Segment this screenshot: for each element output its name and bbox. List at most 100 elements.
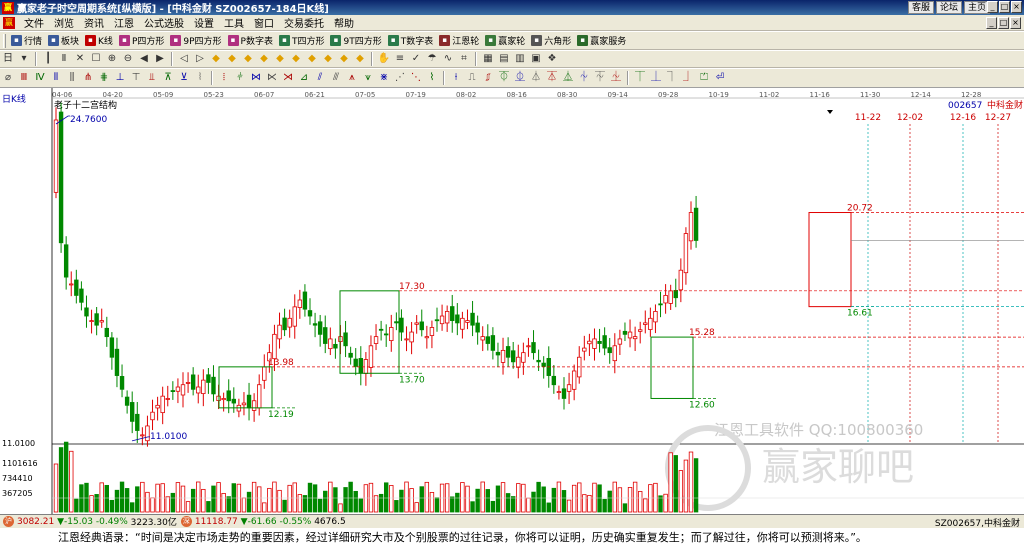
drawing-tool-icon[interactable]: ⊼ (161, 71, 175, 85)
candle-body[interactable] (333, 343, 338, 349)
candle-body[interactable] (582, 347, 587, 352)
menu-tools[interactable]: 工具 (219, 15, 249, 30)
candle-body[interactable] (241, 402, 247, 406)
drawing-tool-icon[interactable]: ⏃ (529, 71, 543, 85)
toolbar-button-winner-wheel[interactable]: ▪ 赢家轮 (483, 34, 529, 47)
drawing-tool-icon[interactable]: ⏍ (697, 71, 711, 85)
candle-body[interactable] (571, 370, 577, 390)
wave-icon[interactable]: ∿ (441, 52, 455, 66)
mdi-minimize-button[interactable]: _ (986, 17, 997, 29)
candle-body[interactable] (693, 207, 699, 241)
menu-news[interactable]: 资讯 (79, 15, 109, 30)
drawing-tool-icon[interactable]: ⏄ (545, 71, 559, 85)
candle-body[interactable] (99, 320, 104, 323)
toolbar-button-9p-square[interactable]: ▪ 9P四方形 (168, 34, 225, 47)
scroll-left-icon[interactable]: ◀ (137, 52, 151, 66)
candle-body[interactable] (353, 358, 358, 367)
candle-body[interactable] (307, 310, 313, 317)
dropdown-icon[interactable]: ▾ (17, 52, 31, 66)
candle-body[interactable] (399, 317, 404, 333)
cross-icon[interactable]: ✕ (73, 52, 87, 66)
candle-body[interactable] (277, 324, 282, 340)
candle-body[interactable] (419, 321, 424, 331)
candle-body[interactable] (231, 398, 236, 404)
candle-body[interactable] (510, 350, 516, 363)
toolbar-grip[interactable] (3, 33, 6, 48)
drawing-tool-icon[interactable]: ⋊ (281, 71, 295, 85)
candle-body[interactable] (480, 336, 485, 341)
drawing-tool-icon[interactable]: ⏇ (593, 71, 607, 85)
candle-body[interactable] (150, 411, 155, 421)
bar-pair-icon[interactable]: Ⅱ (57, 52, 71, 66)
diamond-icon[interactable]: ◆ (337, 52, 351, 66)
candle-body[interactable] (607, 347, 612, 354)
maximize-button[interactable]: □ (999, 1, 1010, 13)
candle-body[interactable] (135, 413, 140, 431)
drawing-tool-icon[interactable]: ⋕ (97, 71, 111, 85)
drawing-tool-icon[interactable]: ⫻ (329, 71, 343, 85)
document-logo-icon[interactable]: 赢 (3, 16, 15, 29)
candle-body[interactable] (455, 314, 460, 324)
candle-body[interactable] (617, 338, 623, 345)
candle-body[interactable] (109, 337, 115, 358)
check-icon[interactable]: ✓ (409, 52, 423, 66)
candle-body[interactable] (434, 319, 440, 322)
drawing-tool-icon[interactable]: ⏎ (713, 71, 727, 85)
diamond-icon[interactable]: ◆ (209, 52, 223, 66)
step-right-icon[interactable]: ▷ (193, 52, 207, 66)
candle-body[interactable] (531, 342, 536, 354)
candle-body[interactable] (343, 332, 348, 347)
drawing-tool-icon[interactable]: ⊤ (129, 71, 143, 85)
menu-trade[interactable]: 交易委托 (279, 15, 329, 30)
candle-body[interactable] (140, 434, 145, 437)
candle-body[interactable] (368, 345, 374, 368)
drawing-tool-icon[interactable]: ⏈ (609, 71, 623, 85)
toolbar-button-t-square[interactable]: ▪ T四方形 (277, 34, 329, 47)
drawing-tool-icon[interactable]: ⊿ (297, 71, 311, 85)
candle-body[interactable] (653, 311, 658, 323)
candle-body[interactable] (673, 289, 678, 299)
menu-browse[interactable]: 浏览 (49, 15, 79, 30)
candle-body[interactable] (170, 390, 176, 392)
candle-body[interactable] (185, 382, 191, 384)
drawing-tool-icon[interactable]: ⏂ (513, 71, 527, 85)
shenzhen-index-icon[interactable]: 深 (180, 516, 192, 527)
mdi-restore-button[interactable]: □ (998, 17, 1009, 29)
candle-body[interactable] (201, 379, 206, 395)
candle-body[interactable] (450, 306, 455, 322)
candle-body[interactable] (597, 340, 602, 344)
candle-body[interactable] (114, 348, 120, 376)
candle-body[interactable] (678, 269, 684, 291)
layout-icon[interactable]: ❖ (545, 52, 559, 66)
drawing-tool-icon[interactable]: ⫼ (65, 71, 79, 85)
candle-body[interactable] (165, 398, 170, 400)
candle-body[interactable] (643, 322, 648, 325)
candle-body[interactable] (561, 388, 567, 399)
grid-tool-icon[interactable]: ⌗ (457, 52, 471, 66)
diamond-icon[interactable]: ◆ (289, 52, 303, 66)
candle-body[interactable] (526, 345, 531, 348)
drawing-tool-icon[interactable]: Ⅲ (17, 71, 31, 85)
candle-body[interactable] (414, 322, 419, 325)
candle-body[interactable] (104, 327, 109, 338)
menu-settings[interactable]: 设置 (189, 15, 219, 30)
toolbar-button-wheel[interactable]: ▪ 江恩轮 (437, 34, 483, 47)
candle-body[interactable] (444, 311, 450, 324)
drawing-tool-icon[interactable]: ⎍ (465, 71, 479, 85)
candle-body[interactable] (668, 290, 673, 304)
candle-body[interactable] (282, 317, 287, 331)
candle-body[interactable] (206, 374, 211, 383)
candle-body[interactable] (348, 352, 353, 358)
candle-body[interactable] (490, 335, 496, 351)
candle-body[interactable] (541, 362, 546, 367)
candle-body[interactable] (63, 244, 69, 278)
candle-body[interactable] (323, 327, 328, 344)
candle-body[interactable] (373, 336, 379, 344)
candle-body[interactable] (632, 336, 638, 340)
drawing-tool-icon[interactable]: ⌇ (425, 71, 439, 85)
drawing-tool-icon[interactable]: ⩛ (361, 71, 375, 85)
candle-body[interactable] (328, 338, 333, 350)
diamond-icon[interactable]: ◆ (257, 52, 271, 66)
drawing-tool-icon[interactable]: ⊥ (113, 71, 127, 85)
minimize-button[interactable]: _ (987, 1, 998, 13)
